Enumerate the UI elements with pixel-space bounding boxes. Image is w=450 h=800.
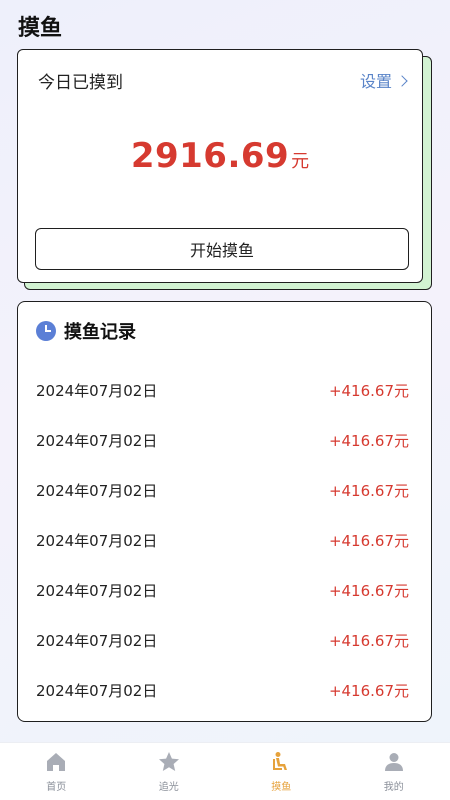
settings-link[interactable]: 设置 — [359, 68, 408, 92]
record-list: 2024年07月02日 +416.67元 2024年07月02日 +416.67… — [18, 365, 431, 715]
records-title: 摸鱼记录 — [64, 322, 136, 343]
chevron-right-icon — [396, 74, 408, 87]
list-item: 2024年07月02日 +416.67元 — [18, 665, 431, 715]
clock-icon — [36, 321, 56, 341]
record-date: 2024年07月02日 — [36, 581, 158, 600]
records-header: 摸鱼记录 — [36, 318, 136, 344]
record-date: 2024年07月02日 — [36, 431, 158, 450]
amount-unit: 元 — [291, 151, 310, 172]
record-amount: +416.67元 — [328, 581, 409, 600]
record-date: 2024年07月02日 — [36, 631, 158, 650]
record-date: 2024年07月02日 — [36, 681, 158, 700]
records-card: 摸鱼记录 2024年07月02日 +416.67元 2024年07月02日 +4… — [17, 301, 432, 722]
record-amount: +416.67元 — [328, 631, 409, 650]
start-button[interactable]: 开始摸鱼 — [35, 228, 409, 270]
nav-item-home[interactable]: 首页 — [0, 743, 113, 800]
nav-item-slack[interactable]: 摸鱼 — [225, 743, 338, 800]
list-item: 2024年07月02日 +416.67元 — [18, 615, 431, 665]
settings-label: 设置 — [359, 72, 392, 91]
home-icon — [47, 753, 66, 771]
star-icon — [158, 752, 179, 771]
today-earned-label: 今日已摸到 — [38, 73, 123, 93]
nav-label: 追光 — [158, 782, 179, 793]
today-amount: 2916.69 元 — [18, 136, 422, 176]
record-amount: +416.67元 — [328, 681, 409, 700]
list-item: 2024年07月02日 +416.67元 — [18, 565, 431, 615]
record-amount: +416.67元 — [328, 431, 409, 450]
record-amount: +416.67元 — [328, 381, 409, 400]
list-item: 2024年07月02日 +416.67元 — [18, 465, 431, 515]
list-item: 2024年07月02日 +416.67元 — [18, 515, 431, 565]
user-icon — [384, 753, 403, 771]
nav-label: 我的 — [383, 782, 404, 793]
record-date: 2024年07月02日 — [36, 481, 158, 500]
record-amount: +416.67元 — [328, 481, 409, 500]
seat-icon — [273, 752, 288, 770]
nav-label: 首页 — [46, 782, 67, 793]
record-date: 2024年07月02日 — [36, 531, 158, 550]
amount-value: 2916.69 — [130, 136, 290, 176]
list-item: 2024年07月02日 +416.67元 — [18, 415, 431, 465]
record-amount: +416.67元 — [328, 531, 409, 550]
list-item: 2024年07月02日 +416.67元 — [18, 365, 431, 415]
nav-item-chase-light[interactable]: 追光 — [113, 743, 226, 800]
page-title: 摸鱼 — [18, 16, 63, 41]
nav-item-profile[interactable]: 我的 — [338, 743, 450, 800]
summary-card: 今日已摸到 设置 2916.69 元 开始摸鱼 — [17, 49, 423, 283]
nav-label: 摸鱼 — [271, 782, 292, 793]
record-date: 2024年07月02日 — [36, 381, 158, 400]
bottom-nav: 首页 追光 摸鱼 我的 — [0, 742, 450, 800]
